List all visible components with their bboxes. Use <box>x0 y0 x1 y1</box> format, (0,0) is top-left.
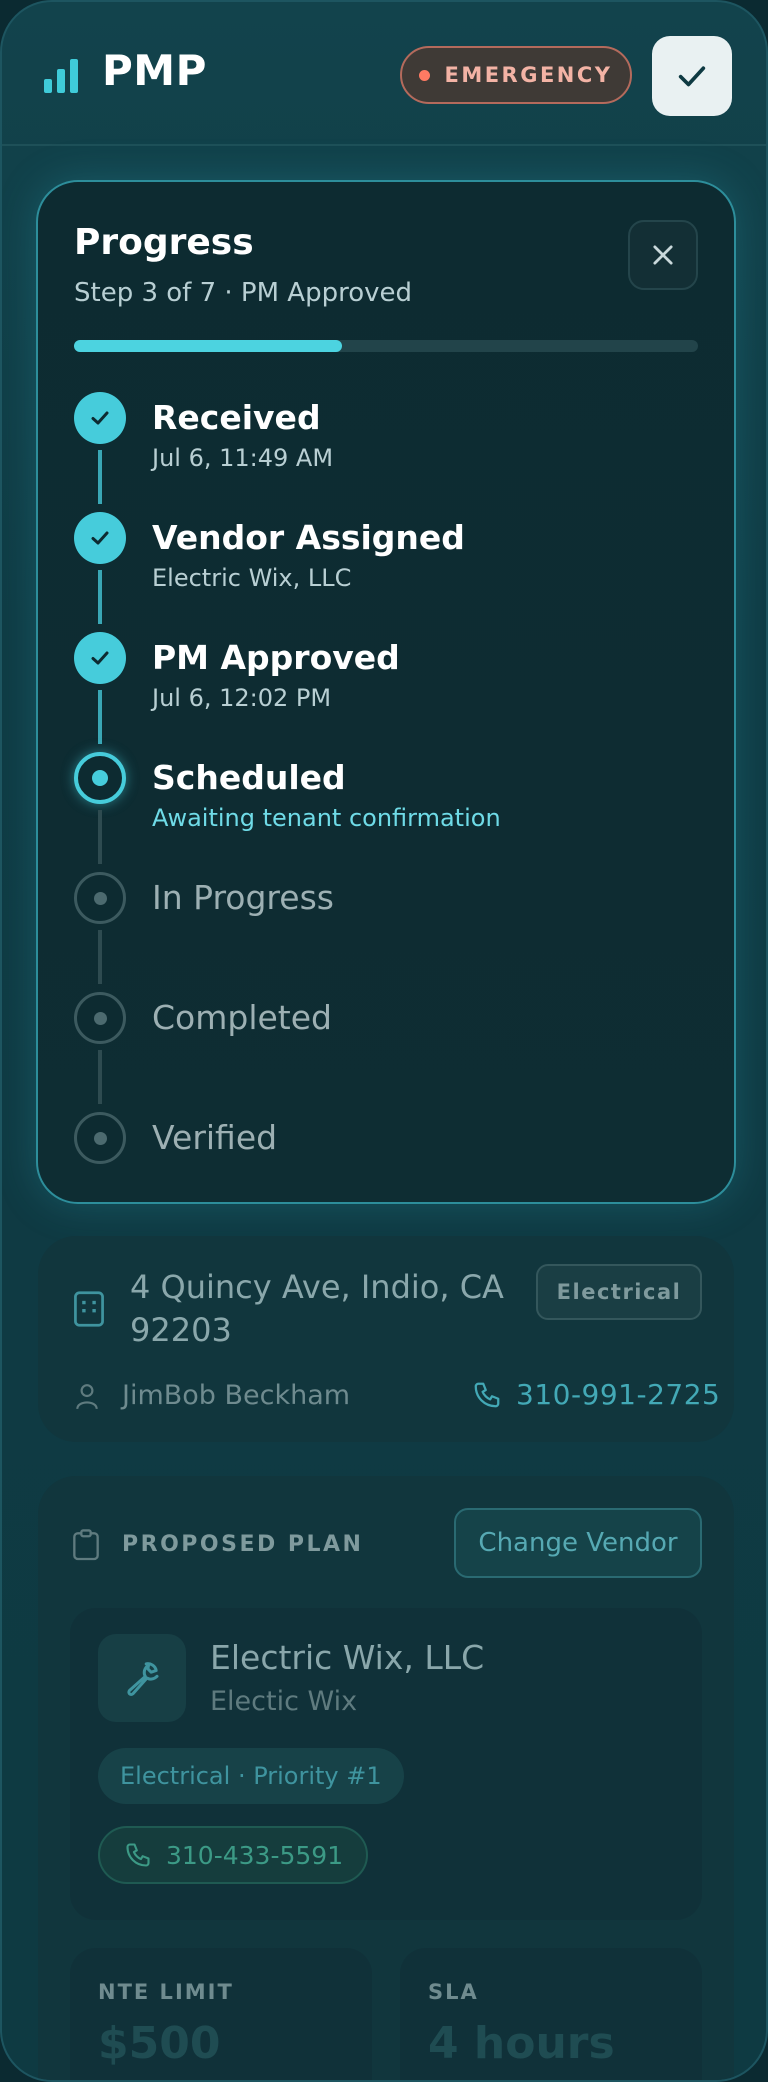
sla-value: 4 hours <box>428 2018 615 2069</box>
vendor-phone-button[interactable]: 310-433-5591 <box>98 1826 368 1884</box>
step-title: Received <box>152 398 321 437</box>
step-title: PM Approved <box>152 638 400 677</box>
phone-icon <box>126 1843 150 1867</box>
app-title: PMP <box>102 46 207 95</box>
step-detail: Jul 6, 12:02 PM <box>152 684 332 712</box>
step-dot-icon <box>93 1011 107 1025</box>
section-label: PROPOSED PLAN <box>122 1532 364 1557</box>
progress-bar <box>74 340 698 352</box>
clipboard-icon <box>73 1529 99 1561</box>
phone-icon <box>474 1382 500 1408</box>
step-node <box>74 1112 126 1164</box>
step-node <box>74 872 126 924</box>
wrench-icon <box>127 1662 159 1696</box>
step-dot-icon <box>92 770 108 786</box>
vendor-name: Electric Wix, LLC <box>210 1638 485 1677</box>
category-tag: Electrical <box>536 1264 702 1320</box>
checkmark-icon <box>91 411 109 425</box>
close-icon <box>653 245 673 265</box>
step-title: Completed <box>152 998 332 1037</box>
tenant-name: JimBob Beckham <box>122 1380 351 1411</box>
step-connector <box>98 1050 102 1104</box>
step-detail: Jul 6, 11:49 AM <box>152 444 334 472</box>
step-detail: Electric Wix, LLC <box>152 564 352 592</box>
step-title: Vendor Assigned <box>152 518 465 557</box>
sla-label: SLA <box>428 1980 479 2004</box>
alert-dot-icon <box>419 69 431 81</box>
progress-title: Progress <box>74 222 254 263</box>
step-node <box>74 992 126 1044</box>
emergency-badge[interactable]: EMERGENCY <box>400 46 632 104</box>
building-icon <box>74 1291 104 1327</box>
step-connector <box>98 450 102 504</box>
sla-box: SLA 4 hours <box>400 1948 702 2080</box>
step-received: Received Jul 6, 11:49 AM <box>74 392 714 512</box>
checkmark-icon <box>678 66 706 87</box>
nte-value: $500 <box>98 2018 221 2069</box>
app-screen: PMP EMERGENCY Progress Step 3 of 7 · PM … <box>0 0 768 2082</box>
nte-limit-box: NTE LIMIT $500 <box>70 1948 372 2080</box>
vendor-phone-number: 310-433-5591 <box>166 1840 344 1870</box>
step-detail: Awaiting tenant confirmation <box>152 804 501 832</box>
checkmark-icon <box>91 531 109 545</box>
step-completed: Completed <box>74 992 714 1112</box>
step-in-progress: In Progress <box>74 872 714 992</box>
step-node <box>74 752 126 804</box>
app-header: PMP EMERGENCY <box>2 2 766 146</box>
progress-subtitle: Step 3 of 7 · PM Approved <box>74 278 413 308</box>
emergency-label: EMERGENCY <box>444 63 613 87</box>
step-connector <box>98 930 102 984</box>
step-node <box>74 392 126 444</box>
step-scheduled: Scheduled Awaiting tenant confirmation <box>74 752 714 872</box>
vendor-summary: Electric Wix, LLC Electic Wix Electrical… <box>70 1608 702 1920</box>
step-title: In Progress <box>152 878 334 917</box>
step-vendor-assigned: Vendor Assigned Electric Wix, LLC <box>74 512 714 632</box>
checkmark-icon <box>91 651 109 665</box>
step-connector <box>98 570 102 624</box>
step-connector <box>98 690 102 744</box>
step-title: Verified <box>152 1118 278 1157</box>
nte-label: NTE LIMIT <box>98 1980 234 2004</box>
step-dot-icon <box>93 891 107 905</box>
vendor-avatar <box>98 1634 186 1722</box>
change-vendor-button[interactable]: Change Vendor <box>454 1508 702 1578</box>
property-address: 4 Quincy Ave, Indio, CA 92203 <box>130 1268 504 1349</box>
property-card: 4 Quincy Ave, Indio, CA 92203 Electrical… <box>38 1236 734 1442</box>
step-verified: Verified <box>74 1112 714 1232</box>
signal-bars-icon <box>44 57 80 93</box>
step-title: Scheduled <box>152 758 346 797</box>
vendor-priority-tag: Electrical · Priority #1 <box>98 1748 404 1804</box>
person-icon <box>76 1384 98 1410</box>
progress-card: Progress Step 3 of 7 · PM Approved Recei… <box>36 180 736 1204</box>
confirm-button[interactable] <box>652 36 732 116</box>
step-connector <box>98 810 102 864</box>
close-progress-button[interactable] <box>628 220 698 290</box>
vendor-short-name: Electic Wix <box>210 1686 358 1717</box>
step-pm-approved: PM Approved Jul 6, 12:02 PM <box>74 632 714 752</box>
step-dot-icon <box>93 1131 107 1145</box>
step-node <box>74 512 126 564</box>
proposed-plan-card: PROPOSED PLAN Change Vendor Electric Wix… <box>38 1476 734 2080</box>
tenant-phone-link[interactable]: 310-991-2725 <box>516 1378 720 1411</box>
step-node <box>74 632 126 684</box>
progress-bar-fill <box>74 340 343 352</box>
